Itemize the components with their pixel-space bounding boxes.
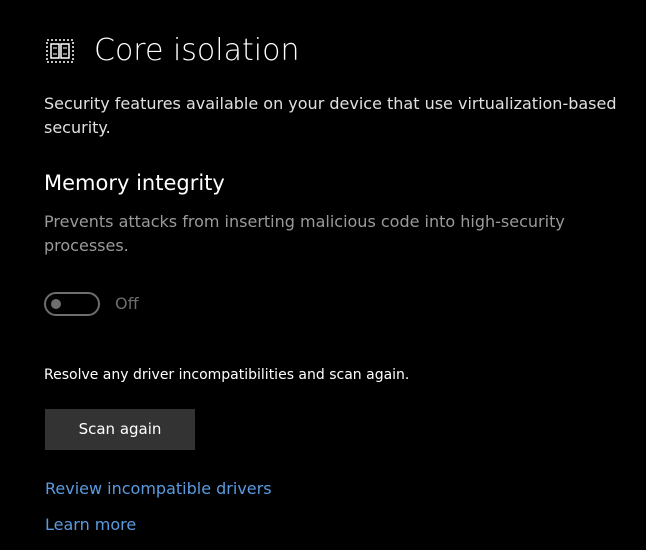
scan-again-button[interactable]: Scan again — [45, 409, 195, 450]
memory-integrity-toggle-row: Off — [44, 291, 139, 317]
page-header: Core isolation — [44, 28, 299, 74]
memory-integrity-description: Prevents attacks from inserting maliciou… — [44, 212, 565, 255]
toggle-state-label: Off — [115, 294, 139, 313]
resolve-instructions: Resolve any driver incompatibilities and… — [44, 367, 410, 383]
learn-more-link[interactable]: Learn more — [45, 513, 136, 537]
page-description: Security features available on your devi… — [44, 94, 617, 137]
page-title: Core isolation — [94, 33, 300, 68]
core-isolation-chip-icon — [44, 35, 76, 67]
memory-integrity-title: Memory integrity — [44, 171, 225, 195]
core-isolation-page: Core isolation Security features availab… — [0, 0, 646, 550]
toggle-knob — [51, 299, 61, 309]
memory-integrity-toggle[interactable] — [44, 292, 100, 316]
review-incompatible-drivers-link[interactable]: Review incompatible drivers — [45, 477, 272, 501]
